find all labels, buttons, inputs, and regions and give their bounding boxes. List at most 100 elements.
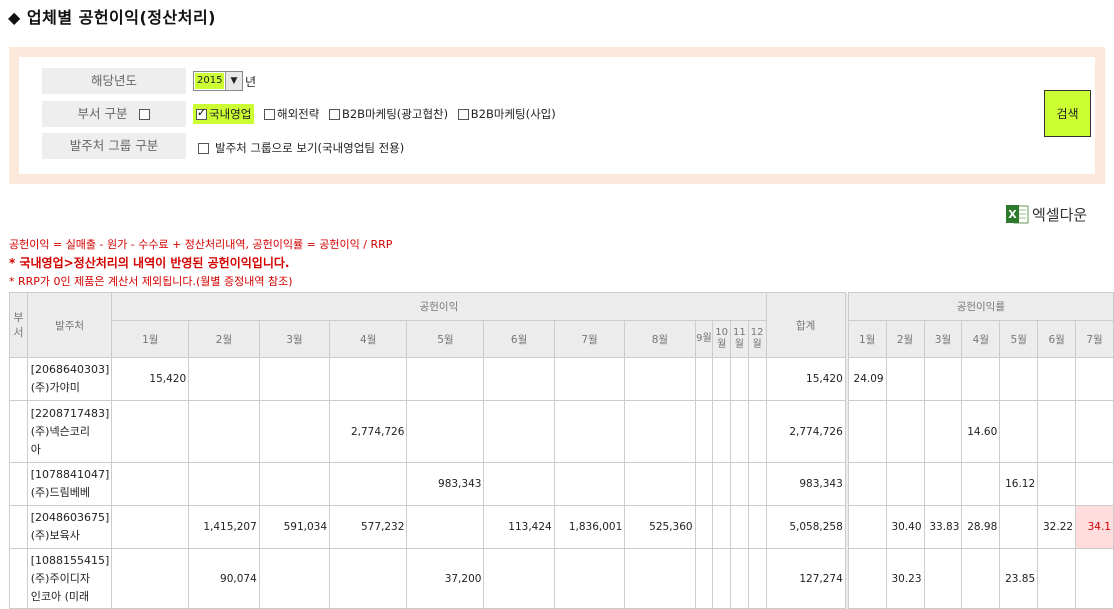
month-header: 9월: [694, 320, 714, 358]
rate-cell: 32.22: [1037, 505, 1077, 549]
total-cell: 2,774,726: [765, 400, 846, 463]
profit-cell: [694, 357, 714, 401]
profit-cell: [483, 548, 555, 609]
dept-option-domestic[interactable]: 국내영업: [193, 104, 255, 124]
dept-b2b-ad-label: B2B마케팅(광고협찬): [341, 107, 449, 121]
month-header: 12월: [747, 320, 767, 358]
rate-cell: [1075, 357, 1114, 401]
vendor-cell[interactable]: [2068640303] (주)가야미: [26, 357, 113, 401]
table-row: [1078841047] (주)드림베베 983,343 983,343 16.12: [9, 462, 1114, 506]
dept-option-overseas[interactable]: 해외전략: [263, 106, 319, 122]
profit-cell: [747, 357, 767, 401]
profit-cell: 37,200: [406, 548, 485, 609]
vendor-cell[interactable]: [2048603675] (주)보육사: [26, 505, 113, 549]
profit-cell: [712, 462, 732, 506]
profit-cell: [747, 505, 767, 549]
vendor-line: [2068640303]: [30, 363, 110, 376]
dept-b2b-purchase-checkbox[interactable]: [457, 108, 469, 120]
rate-cell: [961, 462, 1001, 506]
profit-cell: [712, 357, 732, 401]
profit-cell: [111, 400, 190, 463]
profit-group-header: 공헌이익: [111, 292, 767, 321]
dept-option-b2b-purchase[interactable]: B2B마케팅(사입): [457, 106, 556, 122]
month-header: 4월: [329, 320, 408, 358]
rate-month-header: 1월: [847, 320, 887, 358]
profit-cell: [694, 462, 714, 506]
year-label: 해당년도: [42, 68, 186, 94]
vendor-line: 아: [30, 442, 41, 456]
rate-cell: [847, 505, 887, 549]
rate-month-header: 3월: [923, 320, 963, 358]
rate-cell: [961, 357, 1001, 401]
col-total-header: 합계: [765, 292, 846, 358]
search-button[interactable]: 검색: [1044, 90, 1091, 137]
rate-cell: [885, 462, 925, 506]
rate-month-header: 2월: [885, 320, 925, 358]
rate-cell: 30.23: [885, 548, 925, 609]
profit-cell: [730, 462, 749, 506]
profit-cell: [624, 400, 696, 463]
rate-cell: [999, 505, 1039, 549]
dept-cell: [9, 357, 28, 401]
vendor-cell[interactable]: [2208717483] (주)넥슨코리 아: [26, 400, 113, 463]
vendor-cell[interactable]: [1078841047] (주)드림베베: [26, 462, 113, 506]
profit-cell: [624, 548, 696, 609]
chevron-down-icon[interactable]: ▼: [225, 72, 242, 90]
dept-cell: [9, 548, 28, 609]
month-header: 10월: [712, 320, 732, 358]
profit-cell: [258, 462, 331, 506]
profit-cell: 983,343: [406, 462, 485, 506]
rate-cell: [923, 548, 963, 609]
profit-cell: 2,774,726: [329, 400, 408, 463]
rate-cell: 23.85: [999, 548, 1039, 609]
profit-cell: 591,034: [258, 505, 331, 549]
rate-month-header: 6월: [1037, 320, 1077, 358]
dept-label-cell: 부서 구분: [42, 101, 186, 127]
month-header: 1월: [111, 320, 190, 358]
profit-cell: [624, 462, 696, 506]
profit-cell: [730, 505, 749, 549]
rate-cell: 33.83: [923, 505, 963, 549]
rate-cell: [847, 400, 887, 463]
dept-overseas-checkbox[interactable]: [263, 108, 275, 120]
rate-cell: [1037, 357, 1077, 401]
group-option[interactable]: 발주처 그룹으로 보기(국내영업팀 전용): [198, 140, 404, 156]
rate-cell: [923, 400, 963, 463]
col-dept-header: 부서: [9, 292, 28, 358]
profit-cell: [188, 400, 260, 463]
vendor-cell[interactable]: [1088155415] (주)주이디자 인코아 (미래: [26, 548, 113, 609]
excel-icon: X: [1005, 203, 1029, 225]
profit-cell: [483, 357, 555, 401]
profit-cell: [730, 548, 749, 609]
profit-table: 부서 발주처 공헌이익 합계 공헌이익률 1월 2월 3월 4월 5월 6월 7월 8월 9월 1…: [9, 292, 1114, 609]
dept-option-b2b-ad[interactable]: B2B마케팅(광고협찬): [328, 106, 449, 122]
dept-cell: [9, 462, 28, 506]
vendor-line: 인코아 (미래: [30, 589, 90, 603]
table-row: [2208717483] (주)넥슨코리 아 2,774,726 2,774,726 14…: [9, 400, 1114, 463]
vendor-line: [2208717483]: [30, 406, 110, 420]
search-panel: 해당년도 2015 ▼ 년 부서 구분 국내영업 해외전략 B2B마케팅(광고협…: [9, 47, 1105, 184]
year-select[interactable]: 2015 ▼: [193, 71, 243, 91]
rate-cell: 28.98: [961, 505, 1001, 549]
total-cell: 127,274: [765, 548, 846, 609]
rate-cell: [961, 548, 1001, 609]
excel-download-button[interactable]: X 엑셀다운: [1005, 203, 1087, 225]
dept-b2b-ad-checkbox[interactable]: [328, 108, 340, 120]
month-header: 5월: [406, 320, 485, 358]
year-value: 2015: [195, 73, 225, 89]
dept-label: 부서 구분: [77, 106, 128, 121]
dept-all-checkbox[interactable]: [139, 109, 151, 120]
profit-cell: [747, 400, 767, 463]
profit-cell: [624, 357, 696, 401]
rate-cell: 16.12: [999, 462, 1039, 506]
dept-domestic-checkbox[interactable]: [196, 106, 207, 120]
rate-cell: [1075, 400, 1114, 463]
year-unit: 년: [245, 74, 257, 89]
profit-cell: [406, 357, 485, 401]
vendor-line: (주)보육사: [30, 529, 80, 542]
group-checkbox[interactable]: [198, 142, 209, 154]
profit-cell: [483, 462, 555, 506]
rate-cell: [1037, 462, 1077, 506]
profit-cell: [188, 357, 260, 401]
profit-cell: [483, 400, 555, 463]
